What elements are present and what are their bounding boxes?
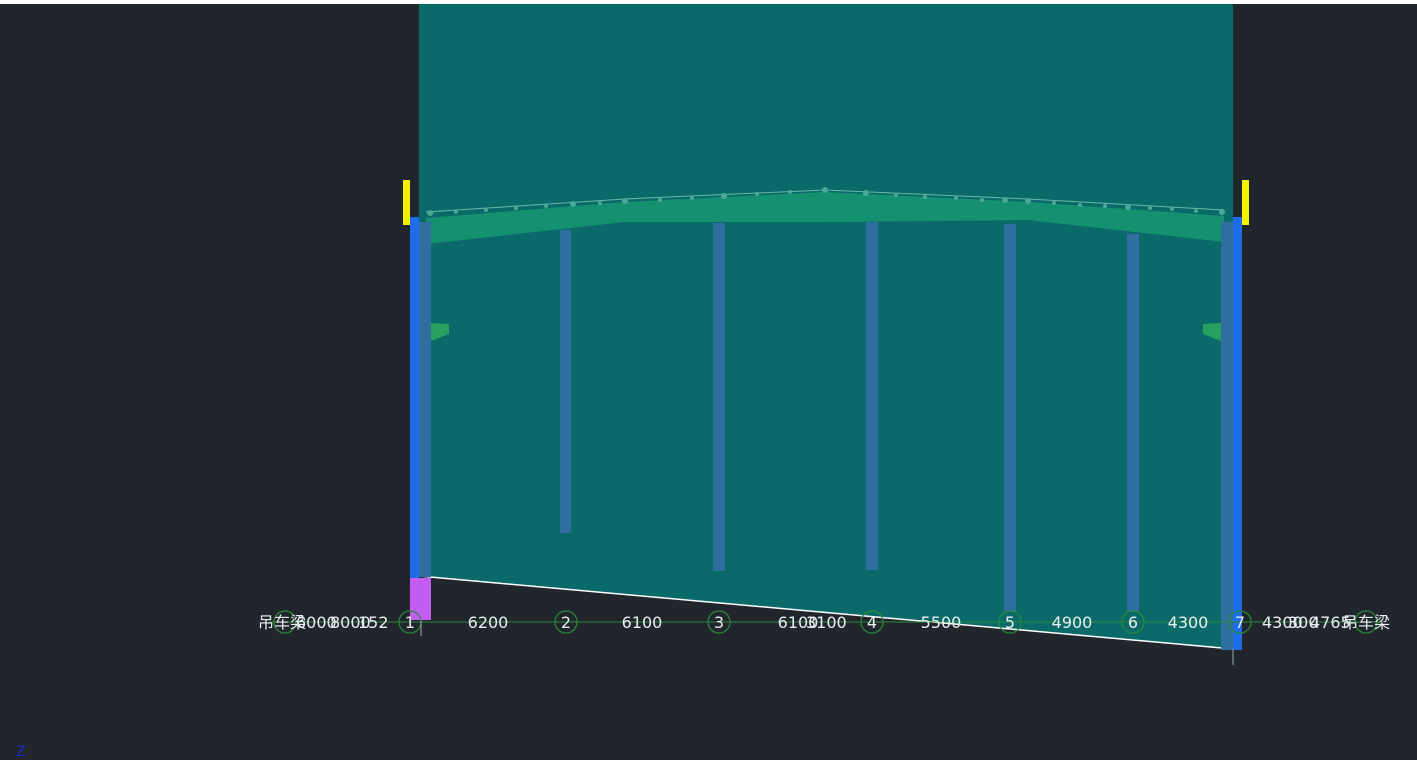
grid-spacing-1-2: 6200: [468, 613, 509, 632]
wall-panel: [419, 4, 1233, 649]
right-edge-column[interactable]: [1233, 217, 1242, 650]
grid-bubble-label: 4: [867, 613, 877, 632]
grid-spacing-4-5: 5500: [921, 613, 962, 632]
right-inner-column[interactable]: [1221, 222, 1233, 650]
grid-bubble-label: 1: [405, 613, 415, 632]
wind-column-5[interactable]: [1004, 224, 1016, 612]
left-yellow-marker: [403, 180, 410, 225]
ucs-z-axis-label: Z: [16, 744, 26, 760]
grid-bubble-label: 6: [1128, 613, 1138, 632]
wind-column-6[interactable]: [1127, 234, 1139, 612]
grid-spacing-5-6: 4900: [1052, 613, 1093, 632]
grid-bubble-label: 7: [1235, 613, 1245, 632]
right-yellow-marker: [1242, 180, 1249, 225]
cad-viewport[interactable]: 1 2 3 4 5 6 7 6200 6100 6100 5500 4900 4…: [0, 0, 1417, 760]
overlap-label-left-3: 152: [358, 613, 389, 632]
left-inner-column[interactable]: [419, 222, 431, 577]
grid-bubble-label: 2: [561, 613, 571, 632]
left-edge-column[interactable]: [410, 217, 419, 578]
wind-column-2[interactable]: [560, 230, 571, 533]
grid-spacing-2-3: 6100: [622, 613, 663, 632]
crane-beam-label-right: 吊车梁: [1342, 613, 1390, 632]
frame-elevation-drawing[interactable]: 1 2 3 4 5 6 7 6200 6100 6100 5500 4900 4…: [0, 0, 1417, 760]
wind-column-3[interactable]: [713, 223, 725, 571]
grid-spacing-6-7: 4300: [1168, 613, 1209, 632]
wind-column-4[interactable]: [866, 222, 878, 570]
grid-bubble-label: 3: [714, 613, 724, 632]
grid-bubble-label: 5: [1005, 613, 1015, 632]
overlap-label-mid: 3100: [806, 613, 847, 632]
